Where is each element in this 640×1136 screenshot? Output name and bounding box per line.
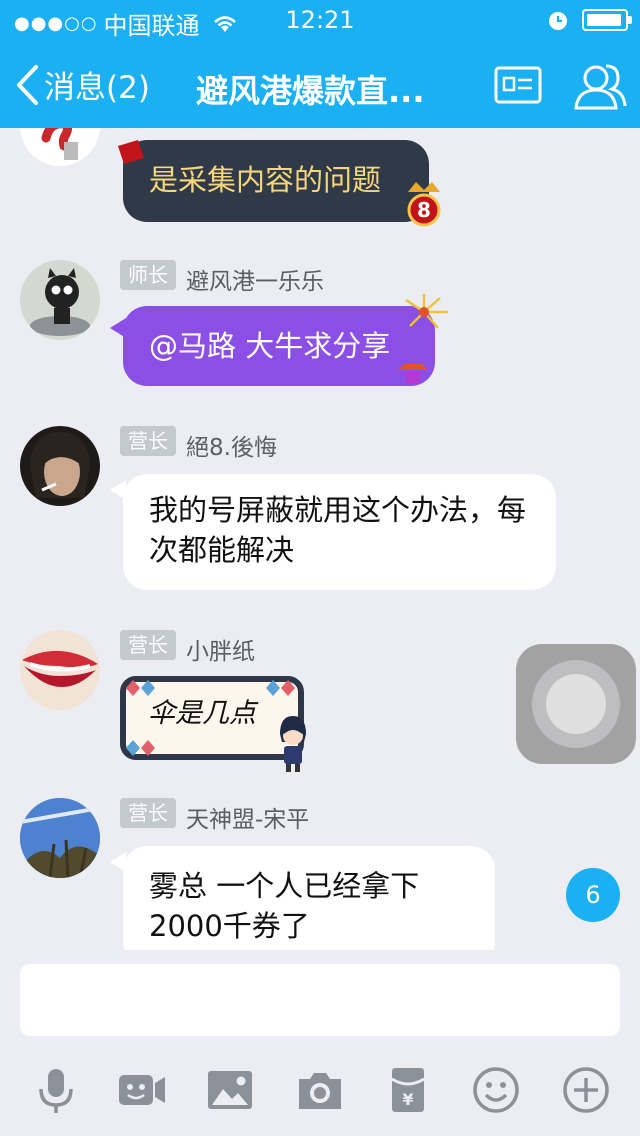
camera-icon xyxy=(299,1073,341,1109)
message-text: 我的号屏蔽就用这个办法，每次都能解决 xyxy=(149,493,527,567)
plus-icon xyxy=(563,1067,609,1113)
bubble-decoration-icon xyxy=(118,140,144,164)
image-icon xyxy=(208,1071,252,1109)
top-bar: ●●●○○ 中国联通 12:21 消息(2) 避风港爆款直... xyxy=(0,0,640,128)
svg-text:8: 8 xyxy=(417,198,431,222)
more-button[interactable] xyxy=(558,1062,614,1118)
group-card-icon[interactable] xyxy=(494,66,542,104)
avatar[interactable] xyxy=(20,630,100,710)
unread-count-badge[interactable]: 6 xyxy=(566,868,620,922)
voice-button[interactable] xyxy=(28,1062,84,1118)
avatar[interactable] xyxy=(20,260,100,340)
rank-badge: 师长 xyxy=(120,260,176,290)
message-text: @马路 大牛求分享 xyxy=(149,329,391,363)
camera-button[interactable] xyxy=(292,1062,348,1118)
message-text: 是采集内容的问题 xyxy=(149,163,382,197)
level-8-badge-icon: 8 xyxy=(407,182,441,227)
message-text: 雾总 一个人已经拿下2000千券了 xyxy=(149,869,420,943)
back-label: 消息(2) xyxy=(44,70,150,106)
firework-decoration-icon xyxy=(405,294,448,329)
battery-icon xyxy=(582,9,632,31)
status-bar: ●●●○○ 中国联通 12:21 xyxy=(0,0,640,40)
back-button[interactable]: 消息(2) xyxy=(14,62,150,107)
assistive-touch-button[interactable] xyxy=(516,644,636,764)
avatar[interactable] xyxy=(20,128,100,166)
chevron-left-icon xyxy=(17,64,38,105)
rank-badge: 营长 xyxy=(120,630,176,660)
video-icon xyxy=(119,1075,165,1105)
chat-list[interactable]: 是采集内容的问题 8 师长 避风港一乐乐 @马路 大牛求分享 营长 絕8.後悔 … xyxy=(0,128,640,950)
rank-badge: 营长 xyxy=(120,798,176,828)
red-packet-button[interactable]: ¥ xyxy=(380,1062,436,1118)
sender-name[interactable]: 天神盟-宋平 xyxy=(186,800,309,834)
video-button[interactable] xyxy=(114,1062,170,1118)
red-packet-icon: ¥ xyxy=(391,1068,425,1112)
group-members-icon[interactable] xyxy=(570,58,628,112)
diamond-decoration-icon xyxy=(126,740,155,756)
message-text: 伞是几点 xyxy=(148,698,256,729)
avatar[interactable] xyxy=(20,426,100,506)
status-time: 12:21 xyxy=(285,6,355,34)
message-input[interactable] xyxy=(20,964,620,1036)
sender-name[interactable]: 避风港一乐乐 xyxy=(186,262,324,296)
rank-badge: 营长 xyxy=(120,426,176,456)
sender-name[interactable]: 絕8.後悔 xyxy=(186,428,277,462)
message-bubble[interactable]: @马路 大牛求分享 xyxy=(123,306,435,386)
input-toolbar: ¥ xyxy=(0,1050,640,1136)
diamond-decoration-icon xyxy=(266,680,295,696)
alarm-icon xyxy=(549,12,567,30)
message-bubble[interactable]: 雾总 一个人已经拿下2000千券了 xyxy=(123,846,495,950)
microphone-icon xyxy=(39,1069,73,1113)
image-button[interactable] xyxy=(202,1062,258,1118)
message-bubble[interactable]: 我的号屏蔽就用这个办法，每次都能解决 xyxy=(123,474,556,590)
nav-bar: 消息(2) 避风港爆款直... xyxy=(0,46,640,128)
diamond-decoration-icon xyxy=(126,680,155,696)
avatar[interactable] xyxy=(20,798,100,878)
emoji-icon xyxy=(473,1067,519,1113)
svg-text:¥: ¥ xyxy=(402,1090,413,1109)
sender-name[interactable]: 小胖纸 xyxy=(186,632,255,666)
emoji-button[interactable] xyxy=(468,1062,524,1118)
lantern-decoration-icon xyxy=(398,364,428,384)
anime-character-icon xyxy=(280,716,306,772)
group-title: 避风港爆款直... xyxy=(196,72,425,110)
message-bubble[interactable]: 是采集内容的问题 xyxy=(123,140,429,222)
